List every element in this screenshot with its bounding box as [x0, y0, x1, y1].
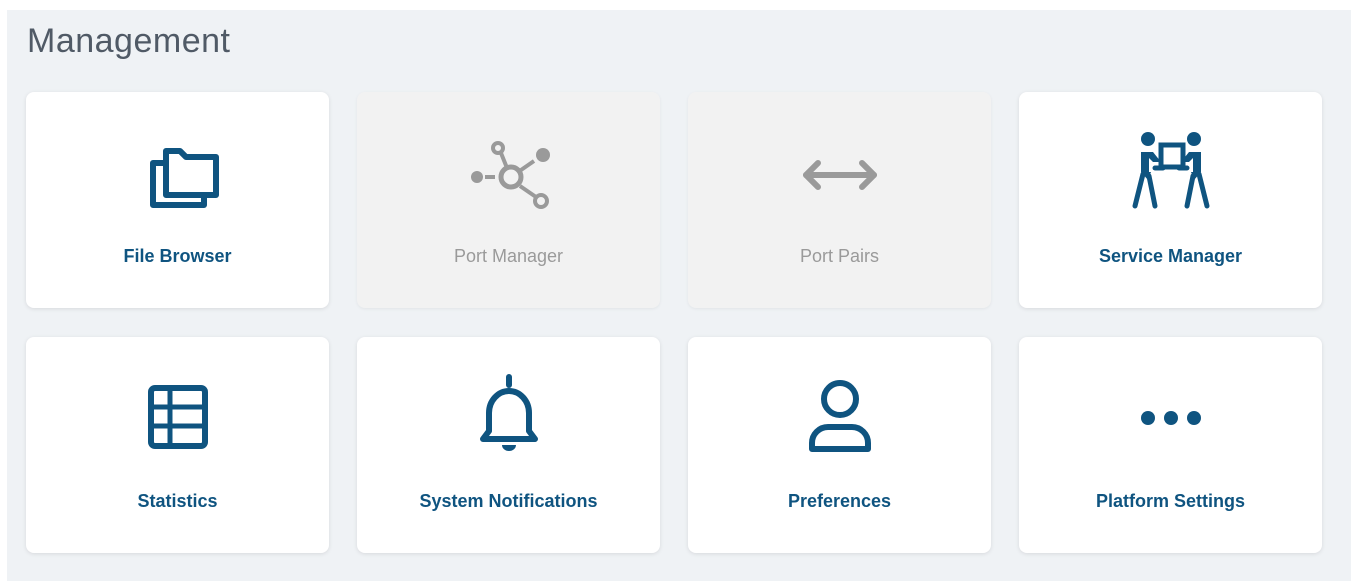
tile-port-pairs[interactable]: Port Pairs — [688, 92, 991, 308]
tile-platform-settings[interactable]: Platform Settings — [1019, 337, 1322, 553]
more-dots-icon — [1121, 373, 1221, 463]
tile-statistics[interactable]: Statistics — [26, 337, 329, 553]
tile-label: Platform Settings — [1095, 491, 1246, 511]
tile-grid: File Browser Port Manager Port Pairs Ser… — [26, 92, 1322, 553]
tile-service-manager[interactable]: Service Manager — [1019, 92, 1322, 308]
management-panel: Management File Browser Port Manager Por… — [7, 10, 1351, 581]
tile-label: Port Pairs — [799, 246, 880, 266]
tile-file-browser[interactable]: File Browser — [26, 92, 329, 308]
people-carrying-box-icon — [1121, 128, 1221, 218]
tile-label: File Browser — [123, 246, 232, 266]
section-title: Management — [27, 22, 231, 60]
folders-icon — [128, 128, 228, 218]
tile-label: System Notifications — [419, 491, 598, 511]
tile-label: Statistics — [137, 491, 218, 511]
tile-preferences[interactable]: Preferences — [688, 337, 991, 553]
tile-label: Service Manager — [1098, 246, 1243, 266]
table-icon — [128, 373, 228, 463]
double-arrow-icon — [790, 128, 890, 218]
tile-label: Preferences — [787, 491, 892, 511]
tile-port-manager[interactable]: Port Manager — [357, 92, 660, 308]
user-icon — [790, 373, 890, 463]
tile-label: Port Manager — [453, 246, 564, 266]
network-nodes-icon — [459, 128, 559, 218]
bell-icon — [459, 373, 559, 463]
tile-system-notifications[interactable]: System Notifications — [357, 337, 660, 553]
